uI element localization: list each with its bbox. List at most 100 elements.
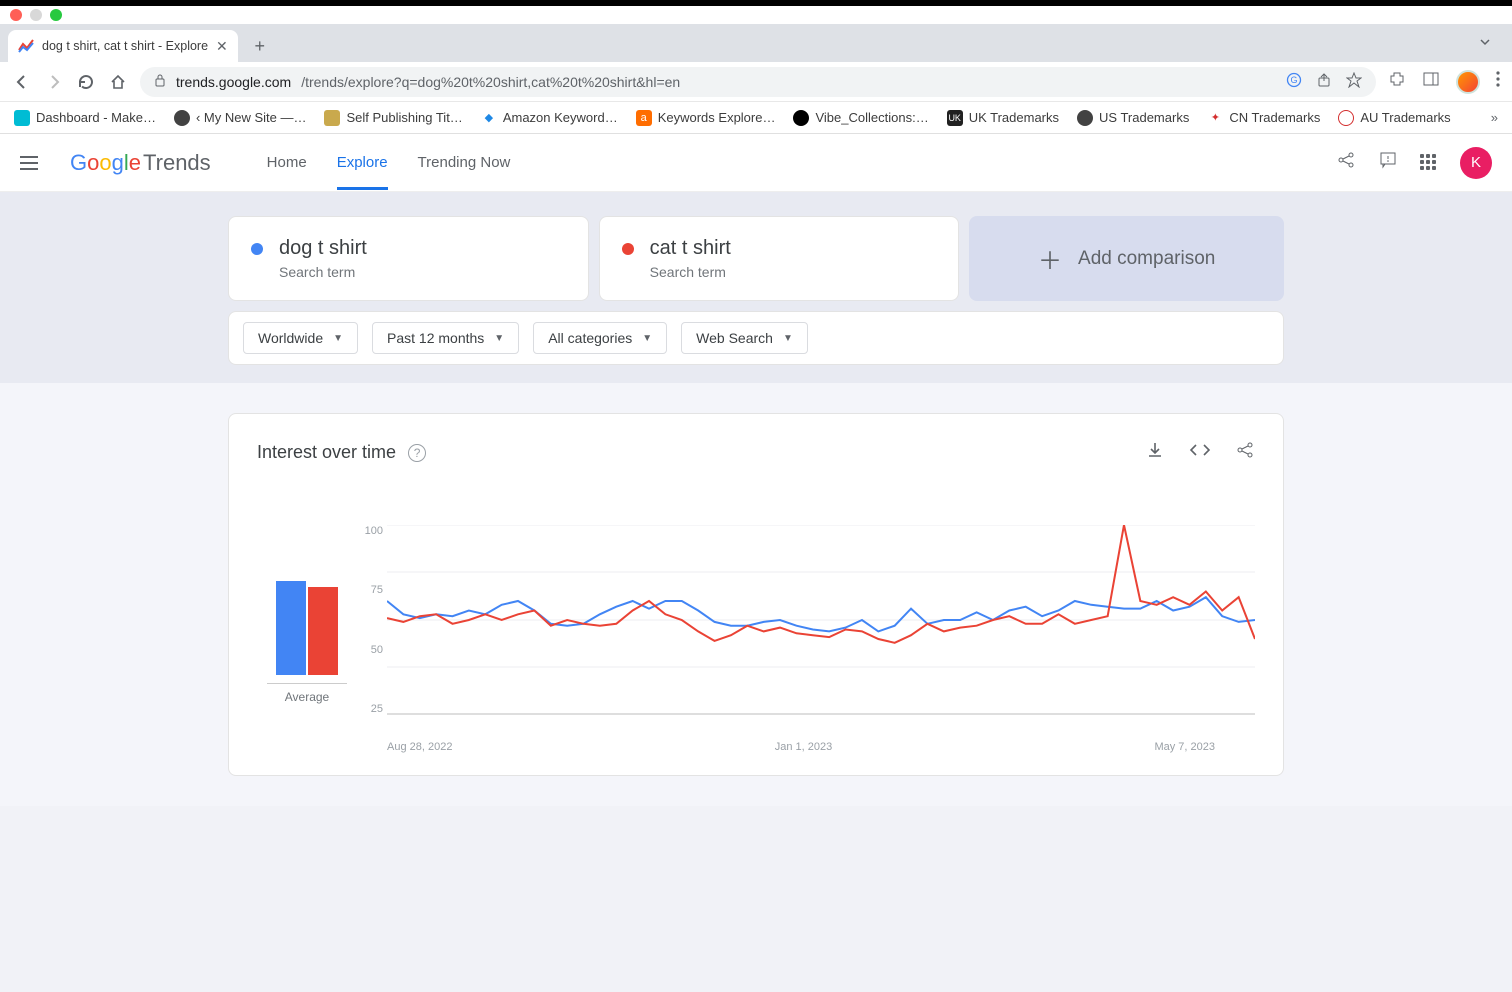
nav-home[interactable]: Home (267, 136, 307, 189)
account-avatar[interactable]: K (1460, 147, 1492, 179)
header-feedback-icon[interactable] (1378, 150, 1398, 175)
bookmark-favicon-icon: a (636, 110, 652, 126)
hamburger-menu-icon[interactable] (20, 151, 44, 175)
extensions-icon[interactable] (1388, 70, 1406, 93)
filter-search-type[interactable]: Web Search ▼ (681, 322, 808, 354)
filter-category[interactable]: All categories▼ (533, 322, 667, 354)
search-term-card-1[interactable]: dog t shirt Search term (228, 216, 589, 301)
avatar-initial: K (1471, 154, 1481, 171)
forward-button (44, 72, 64, 92)
home-button[interactable] (108, 72, 128, 92)
share-omnibox-icon[interactable] (1316, 72, 1332, 91)
filter-label: Web Search (696, 330, 773, 346)
bookmark-favicon-icon (324, 110, 340, 126)
x-tick: Jan 1, 2023 (775, 741, 833, 753)
bookmark-item[interactable]: Self Publishing Tit… (324, 110, 462, 126)
tab-close-icon[interactable]: ✕ (216, 38, 228, 55)
line-chart: 100 75 50 25 (387, 525, 1255, 735)
bookmark-item[interactable]: UKUK Trademarks (947, 110, 1059, 126)
caret-down-icon: ▼ (494, 333, 504, 344)
bookmark-item[interactable]: Dashboard - Make… (14, 110, 156, 126)
term-subtitle: Search term (650, 264, 731, 280)
bookmark-label: Keywords Explore… (658, 110, 776, 125)
google-apps-icon[interactable] (1420, 154, 1438, 172)
caret-down-icon: ▼ (783, 333, 793, 344)
interest-over-time-card: Interest over time ? Average (228, 413, 1284, 776)
x-axis-ticks: Aug 28, 2022 Jan 1, 2023 May 7, 2023 (387, 741, 1255, 753)
average-bars: Average (257, 525, 357, 735)
google-trends-logo[interactable]: GoogleTrends (70, 150, 211, 176)
caret-down-icon: ▼ (333, 333, 343, 344)
bookmark-label: US Trademarks (1099, 110, 1189, 125)
bookmarks-bar: Dashboard - Make… ‹ My New Site —… Self … (0, 102, 1512, 134)
add-comparison-label: Add comparison (1078, 248, 1215, 270)
bookmark-label: ‹ My New Site —… (196, 110, 307, 125)
header-share-icon[interactable] (1336, 150, 1356, 175)
bookmark-item[interactable]: ‹ My New Site —… (174, 110, 307, 126)
y-tick: 25 (371, 703, 383, 715)
bookmark-item[interactable]: a Keywords Explore… (636, 110, 776, 126)
average-label: Average (267, 683, 347, 704)
tab-list-caret-icon[interactable] (1478, 35, 1492, 54)
window-zoom-dot[interactable] (50, 9, 62, 21)
chart-share-icon[interactable] (1235, 440, 1255, 465)
charts-section: Interest over time ? Average (0, 383, 1512, 806)
bookmarks-overflow-icon[interactable]: » (1491, 110, 1498, 125)
trends-logo-text: Trends (143, 150, 211, 176)
nav-trending-now[interactable]: Trending Now (418, 136, 511, 189)
caret-down-icon: ▼ (642, 333, 652, 344)
chart-svg (387, 525, 1255, 715)
filter-label: Past 12 months (387, 330, 484, 346)
series-color-dot-icon (622, 243, 634, 255)
bookmark-item[interactable]: ◆Amazon Keyword… (481, 110, 618, 126)
filter-time[interactable]: Past 12 months ▼ (372, 322, 519, 354)
bookmark-label: Dashboard - Make… (36, 110, 156, 125)
search-term-card-2[interactable]: cat t shirt Search term (599, 216, 960, 301)
new-tab-button[interactable]: + (246, 32, 274, 60)
filter-bar: Worldwide▼ Past 12 months ▼ All categorie… (228, 311, 1284, 365)
url-path: /trends/explore?q=dog%20t%20shirt,cat%20… (301, 74, 680, 90)
bookmark-item[interactable]: ✦ CN Trademarks (1207, 110, 1320, 126)
embed-icon[interactable] (1189, 440, 1211, 465)
x-tick: May 7, 2023 (1154, 741, 1215, 753)
add-comparison-button[interactable]: ＋ Add comparison (969, 216, 1284, 301)
browser-tab-active[interactable]: dog t shirt, cat t shirt - Explore ✕ (8, 30, 238, 62)
bookmark-favicon-icon (174, 110, 190, 126)
bookmark-favicon-icon (1338, 110, 1354, 126)
bookmark-label: Self Publishing Tit… (346, 110, 462, 125)
series-color-dot-icon (251, 243, 263, 255)
chrome-menu-icon[interactable] (1496, 71, 1500, 92)
trends-header: GoogleTrends Home Explore Trending Now K (0, 134, 1512, 192)
bookmark-favicon-icon: ✦ (1207, 110, 1223, 126)
y-tick: 50 (371, 644, 383, 656)
reload-button[interactable] (76, 72, 96, 92)
bookmark-favicon-icon: ◆ (481, 110, 497, 126)
term-title: cat t shirt (650, 237, 731, 260)
window-close-dot[interactable] (10, 9, 22, 21)
help-icon[interactable]: ? (408, 444, 426, 462)
download-icon[interactable] (1145, 440, 1165, 465)
window-minimize-dot[interactable] (30, 9, 42, 21)
bookmark-label: AU Trademarks (1360, 110, 1450, 125)
address-bar[interactable]: trends.google.com/trends/explore?q=dog%2… (140, 67, 1376, 97)
chrome-profile-avatar[interactable] (1456, 70, 1480, 94)
filter-geo[interactable]: Worldwide▼ (243, 322, 358, 354)
bookmark-item[interactable]: Vibe_Collections:… (793, 110, 928, 126)
series-line-2 (387, 525, 1255, 643)
y-axis-ticks: 100 75 50 25 (357, 525, 383, 715)
avg-bar-series-1 (276, 581, 306, 675)
term-subtitle: Search term (279, 264, 367, 280)
star-bookmark-icon[interactable] (1346, 72, 1362, 91)
bookmark-favicon-icon (1077, 110, 1093, 126)
macos-titlebar (0, 0, 1512, 24)
nav-explore[interactable]: Explore (337, 136, 388, 189)
url-host: trends.google.com (176, 74, 291, 90)
bookmark-item[interactable]: AU Trademarks (1338, 110, 1450, 126)
bookmark-label: CN Trademarks (1229, 110, 1320, 125)
google-g-icon[interactable]: G (1286, 72, 1302, 91)
avg-bar-series-2 (308, 587, 338, 675)
bookmark-item[interactable]: US Trademarks (1077, 110, 1189, 126)
sidepanel-icon[interactable] (1422, 70, 1440, 93)
back-button[interactable] (12, 72, 32, 92)
bookmark-favicon-icon (14, 110, 30, 126)
